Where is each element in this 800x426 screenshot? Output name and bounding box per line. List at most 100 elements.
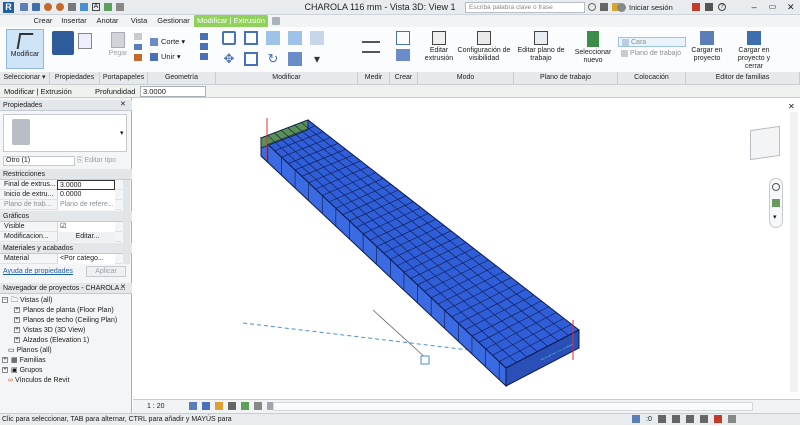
property-row[interactable]: Material <Por catego... <box>0 254 122 264</box>
create-group-icon[interactable] <box>396 49 410 61</box>
properties-icon[interactable] <box>52 31 74 55</box>
demolish-icon[interactable] <box>200 53 208 60</box>
tab-crear[interactable]: Crear <box>30 15 56 27</box>
property-row[interactable]: Visible ☑ <box>0 222 122 232</box>
copy-icon[interactable] <box>134 43 142 51</box>
load-and-close-button[interactable]: Cargar en proyecto y cerrar <box>728 29 780 70</box>
create-similar-icon[interactable] <box>396 31 410 45</box>
close-icon[interactable]: ✕ <box>782 1 800 14</box>
close-hidden-icon[interactable] <box>116 3 124 11</box>
browser-close-icon[interactable]: ✕ <box>120 284 128 292</box>
visual-style-icon[interactable] <box>202 402 210 410</box>
section-graphics[interactable]: Gráficos <box>0 211 132 222</box>
drag-elements-icon[interactable] <box>713 415 722 423</box>
save-icon[interactable] <box>32 3 40 11</box>
instance-filter[interactable]: Otro (1) <box>3 156 75 166</box>
edit-workplane-button[interactable]: Editar plano de trabajo <box>514 29 568 69</box>
edit-extrusion-button[interactable]: Editar extrusión <box>423 29 455 69</box>
tree-item-groups[interactable]: + ▣ Grupos <box>2 366 43 376</box>
tree-item-ceiling-plans[interactable]: + Planos de techo (Ceiling Plan) <box>14 316 117 326</box>
property-row[interactable]: Inicio de extru... 0.0000 <box>0 190 122 200</box>
maximize-icon[interactable]: ▭ <box>763 1 781 14</box>
type-selector[interactable]: ▾ <box>3 114 127 152</box>
filter-icon[interactable] <box>727 415 736 423</box>
expand-icon[interactable]: + <box>14 317 20 324</box>
face-placement-button[interactable]: Cara <box>618 37 686 47</box>
expand-icon[interactable]: + <box>14 337 20 344</box>
nav-options-icon[interactable]: ▾ <box>773 213 777 221</box>
split-icon[interactable] <box>310 31 324 45</box>
expand-icon[interactable]: + <box>14 307 20 314</box>
modify-button[interactable]: Modificar <box>6 29 44 69</box>
expand-icon[interactable]: + <box>2 367 8 374</box>
match-type-icon[interactable] <box>134 54 142 62</box>
expand-icon[interactable]: + <box>2 357 8 364</box>
property-value[interactable]: <Por catego... <box>57 254 115 264</box>
split-face-icon[interactable] <box>200 33 208 40</box>
property-value[interactable]: 0.0000 <box>57 190 115 200</box>
type-properties-icon[interactable] <box>78 33 92 49</box>
3d-viewport[interactable]: ✕ 0.2980 ▾ <box>133 98 800 399</box>
expand-icon[interactable]: + <box>14 327 20 334</box>
minimize-icon[interactable]: – <box>745 1 763 14</box>
ribbon-options-icon[interactable] <box>272 17 280 25</box>
section-restrictions[interactable]: Restricciones <box>0 169 132 180</box>
properties-close-icon[interactable]: ✕ <box>120 101 128 109</box>
collapse-icon[interactable]: − <box>2 297 8 304</box>
tree-item-elevations[interactable]: + Alzados (Elevation 1) <box>14 336 89 346</box>
model-canvas[interactable]: 0.2980 <box>133 98 800 399</box>
align-icon[interactable] <box>222 31 236 45</box>
mirror-line-icon[interactable] <box>288 31 302 45</box>
tab-insertar[interactable]: Insertar <box>58 15 90 27</box>
signin-link[interactable]: Iniciar sesión <box>629 3 689 12</box>
aligned-dimension-icon[interactable] <box>362 51 380 53</box>
properties-scrollbar[interactable] <box>123 180 130 264</box>
edit-type-button[interactable]: ⎘ Editar tipo <box>77 156 127 166</box>
redo-icon[interactable] <box>56 3 64 11</box>
property-value[interactable]: 3.0000 <box>57 180 115 190</box>
tree-item-families[interactable]: + ▦ Familias <box>2 356 46 366</box>
cut-icon[interactable] <box>134 33 142 40</box>
view-scale[interactable]: 1 : 20 <box>147 401 177 412</box>
tab-vista[interactable]: Vista <box>125 15 153 27</box>
visible-checkbox[interactable]: ☑ <box>57 222 115 232</box>
tree-item-sheets[interactable]: ▭ Planos (all) <box>8 346 52 356</box>
text-icon[interactable]: A <box>92 3 100 11</box>
mirror-axis-icon[interactable] <box>266 31 280 45</box>
properties-help-link[interactable]: Ayuda de propiedades <box>3 267 83 277</box>
user-icon[interactable] <box>617 3 626 12</box>
render-icon[interactable] <box>241 402 249 410</box>
select-underlay-icon[interactable] <box>671 415 680 423</box>
workplane-grip-icon[interactable] <box>420 355 430 365</box>
workplane-placement-button[interactable]: Plano de trabajo <box>618 49 686 59</box>
tab-gestionar[interactable]: Gestionar <box>155 15 192 27</box>
tree-item-3d-views[interactable]: + Vistas 3D (3D View) <box>14 326 85 336</box>
worksets-icon[interactable] <box>632 415 640 423</box>
print-icon[interactable] <box>68 3 76 11</box>
paste-button[interactable]: Pegar <box>104 29 132 69</box>
cut-geometry-button[interactable]: Corte ▾ <box>150 37 202 47</box>
copy-element-icon[interactable] <box>244 51 258 66</box>
group-select[interactable]: Seleccionar ▾ <box>0 72 50 84</box>
tree-item-revit-links[interactable]: ∞ Vínculos de Revit <box>8 376 69 386</box>
tree-item-views[interactable]: − 🗀 Vistas (all) <box>2 296 53 306</box>
select-pinned-icon[interactable] <box>685 415 694 423</box>
zoom-icon[interactable] <box>772 199 780 207</box>
3d-view-icon[interactable] <box>104 3 112 11</box>
offset-icon[interactable] <box>244 31 258 45</box>
sun-path-icon[interactable] <box>215 402 223 410</box>
crop-view-icon[interactable] <box>254 402 262 410</box>
undo-icon[interactable] <box>44 3 52 11</box>
visibility-settings-button[interactable]: Configuración de visibilidad <box>456 29 512 69</box>
help-icon[interactable]: ? <box>718 3 726 11</box>
open-icon[interactable] <box>20 3 28 11</box>
tree-item-floor-plans[interactable]: + Planos de planta (Floor Plan) <box>14 306 114 316</box>
measure-line-icon[interactable] <box>362 41 380 43</box>
apply-button[interactable]: Aplicar <box>86 266 126 277</box>
detail-level-icon[interactable] <box>189 402 197 410</box>
account-icon[interactable] <box>705 3 713 11</box>
exchange-icon[interactable] <box>692 3 700 11</box>
load-into-project-button[interactable]: Cargar en proyecto <box>688 29 726 69</box>
search-icon[interactable] <box>588 3 596 11</box>
measure-icon[interactable] <box>80 3 88 11</box>
